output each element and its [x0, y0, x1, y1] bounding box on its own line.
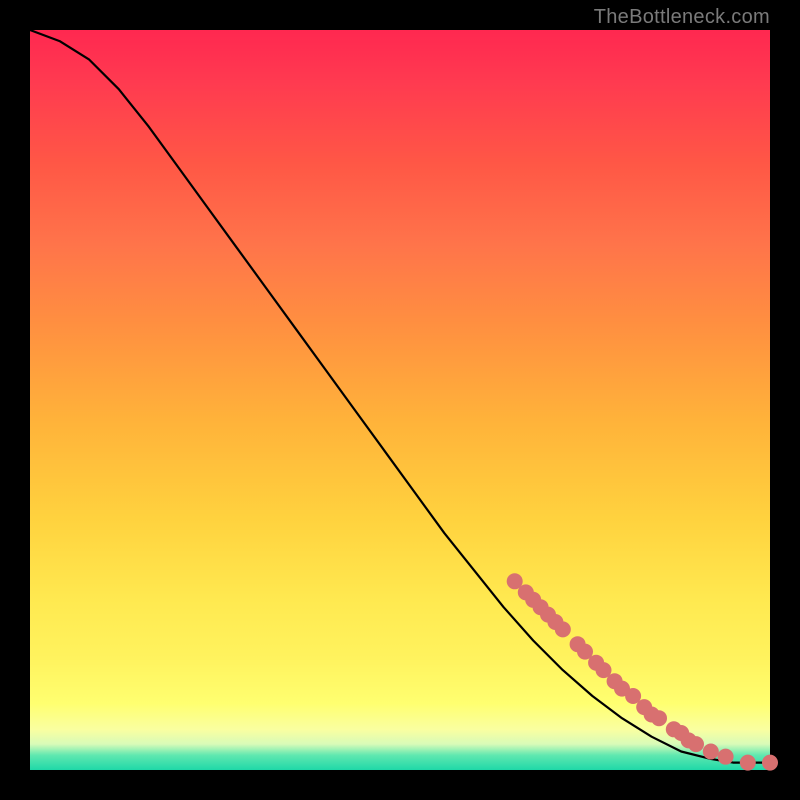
data-marker — [703, 744, 719, 760]
chart-frame: TheBottleneck.com — [0, 0, 800, 800]
data-marker — [688, 736, 704, 752]
attribution-text: TheBottleneck.com — [594, 6, 770, 29]
data-marker — [762, 755, 778, 771]
data-marker — [651, 710, 667, 726]
chart-svg — [30, 30, 770, 770]
data-marker — [555, 621, 571, 637]
plot-area — [30, 30, 770, 770]
data-marker — [718, 749, 734, 765]
data-marker — [740, 755, 756, 771]
data-markers — [507, 573, 778, 770]
bottleneck-curve — [30, 30, 770, 763]
